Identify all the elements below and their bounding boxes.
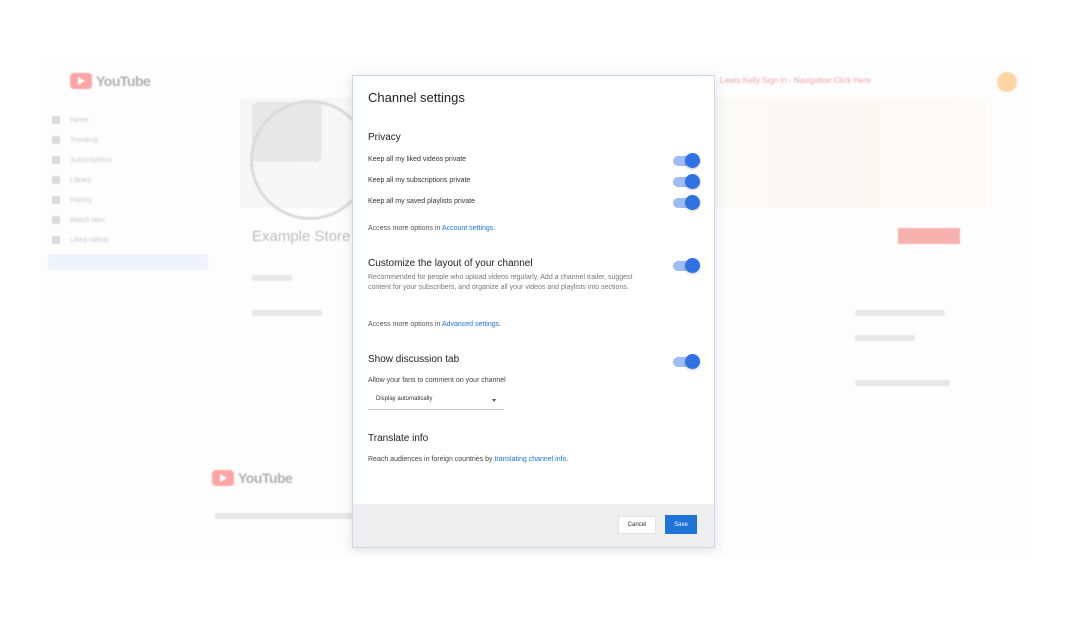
sidebar-item: Home xyxy=(48,110,208,130)
discussion-display-select[interactable]: Display automatically xyxy=(368,390,504,410)
discussion-allow-label: Allow your fans to comment on your chann… xyxy=(368,377,506,384)
sidebar-item: Subscriptions xyxy=(48,150,208,170)
watch-later-icon xyxy=(52,216,60,224)
translate-heading: Translate info xyxy=(368,433,429,444)
discussion-select-value: Display automatically xyxy=(376,396,433,402)
background-placeholder-line xyxy=(855,335,915,341)
translate-channel-info-link[interactable]: translating channel info xyxy=(494,456,566,463)
home-icon xyxy=(52,116,60,124)
sidebar-active-highlight xyxy=(48,254,208,270)
sidebar-item: Trending xyxy=(48,130,208,150)
channel-name: Example Store xyxy=(252,228,351,245)
sidebar-item: Watch later xyxy=(48,210,208,230)
sidebar-item-label: Library xyxy=(70,176,92,184)
sidebar-item-label: History xyxy=(70,196,92,204)
library-icon xyxy=(52,176,60,184)
page: YouTube Lewis Kelly Sign in · Navigation… xyxy=(0,0,1080,637)
history-icon xyxy=(52,196,60,204)
footer-youtube-logo: YouTube xyxy=(212,470,293,486)
background-sidebar: Home Trending Subscriptions Library Hist… xyxy=(48,110,208,274)
background-promo: Lewis Kelly Sign in · Navigation Click H… xyxy=(720,76,871,85)
privacy-heading: Privacy xyxy=(368,132,401,143)
youtube-logo-text: YouTube xyxy=(96,73,151,89)
footer-logo-text: YouTube xyxy=(238,470,293,486)
advanced-settings-suffix: . xyxy=(499,321,502,328)
privacy-liked-toggle[interactable] xyxy=(673,153,700,168)
subscriptions-icon xyxy=(52,156,60,164)
youtube-logo: YouTube xyxy=(70,73,151,89)
dialog-footer: Cancel Save xyxy=(353,504,714,547)
liked-videos-icon xyxy=(52,236,60,244)
youtube-play-icon xyxy=(212,470,234,486)
subscribe-button xyxy=(898,228,960,244)
trending-icon xyxy=(52,136,60,144)
background-placeholder-line xyxy=(855,380,950,386)
account-settings-suffix: . xyxy=(493,225,496,232)
layout-description: Recommended for people who upload videos… xyxy=(368,274,633,291)
privacy-playlists-toggle[interactable] xyxy=(673,195,700,210)
layout-toggle[interactable] xyxy=(673,258,700,273)
cancel-button[interactable]: Cancel xyxy=(618,516,656,534)
sidebar-item: History xyxy=(48,190,208,210)
background-placeholder-line xyxy=(855,310,945,316)
background-placeholder-line xyxy=(252,275,292,281)
advanced-settings-link[interactable]: Advanced settings xyxy=(442,321,499,328)
discussion-heading: Show discussion tab xyxy=(368,354,460,365)
advanced-settings-prefix: Access more options in xyxy=(368,321,442,328)
youtube-play-icon xyxy=(70,73,92,89)
translate-suffix: . xyxy=(566,456,569,463)
sidebar-item: Library xyxy=(48,170,208,190)
layout-heading: Customize the layout of your channel xyxy=(368,258,533,269)
advanced-settings-note: Access more options in Advanced settings… xyxy=(368,321,501,328)
background-placeholder-line xyxy=(252,310,322,316)
privacy-liked-label: Keep all my liked videos private xyxy=(368,156,467,163)
sidebar-item-label: Subscriptions xyxy=(70,156,113,164)
channel-settings-dialog: Channel settings Privacy Keep all my lik… xyxy=(352,75,715,548)
account-settings-note: Access more options in Account settings. xyxy=(368,225,495,232)
dialog-title: Channel settings xyxy=(368,90,465,105)
sidebar-item-label: Home xyxy=(70,116,89,124)
account-settings-link[interactable]: Account settings xyxy=(442,225,493,232)
chevron-down-icon xyxy=(492,399,496,402)
translate-prefix: Reach audiences in foreign countries by xyxy=(368,456,495,463)
account-avatar xyxy=(997,72,1017,92)
sidebar-item-label: Trending xyxy=(70,136,98,144)
privacy-subscriptions-label: Keep all my subscriptions private xyxy=(368,177,471,184)
translate-note: Reach audiences in foreign countries by … xyxy=(368,456,568,463)
privacy-subscriptions-toggle[interactable] xyxy=(673,174,700,189)
account-settings-prefix: Access more options in xyxy=(368,225,442,232)
privacy-playlists-label: Keep all my saved playlists private xyxy=(368,198,475,205)
save-button[interactable]: Save xyxy=(665,515,697,534)
discussion-toggle[interactable] xyxy=(673,354,700,369)
sidebar-item-label: Watch later xyxy=(70,216,106,224)
sidebar-item-label: Liked videos xyxy=(70,236,109,244)
sidebar-item: Liked videos xyxy=(48,230,208,250)
